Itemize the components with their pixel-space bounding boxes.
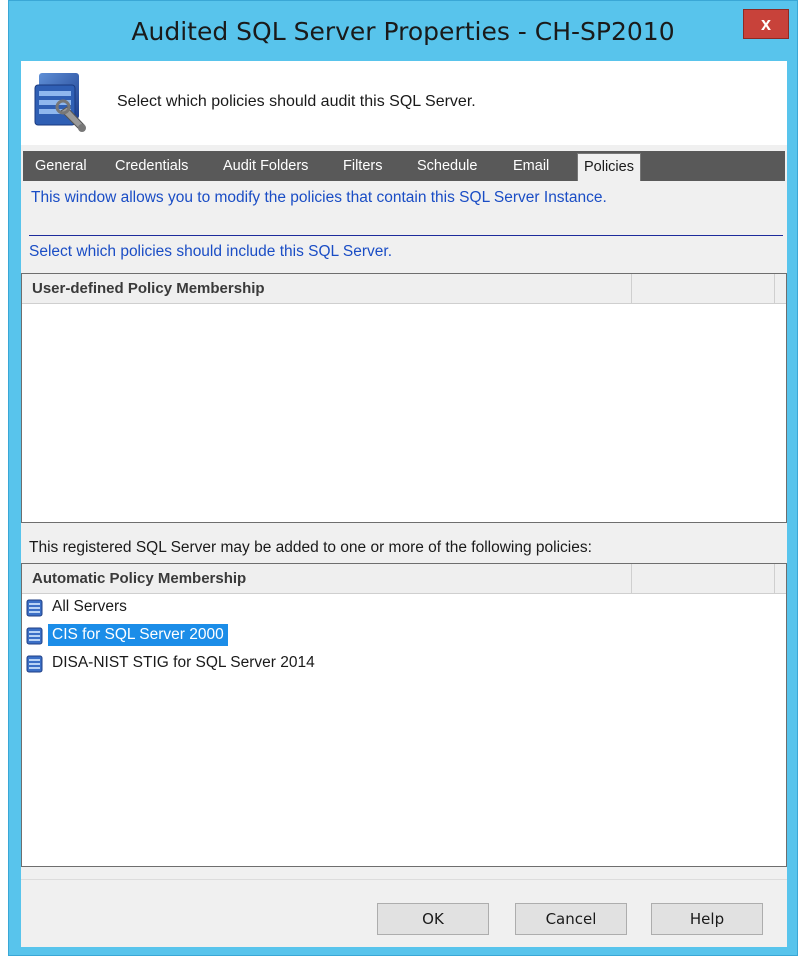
column-header-blank[interactable] — [632, 274, 775, 304]
tab-filters[interactable]: Filters — [343, 151, 382, 181]
policy-database-icon — [26, 627, 43, 645]
help-button[interactable]: Help — [651, 903, 763, 935]
ok-button[interactable]: OK — [377, 903, 489, 935]
user-defined-policy-list[interactable]: User-defined Policy Membership — [21, 273, 787, 523]
dialog-window: Audited SQL Server Properties - CH-SP201… — [8, 0, 798, 956]
header-band: Select which policies should audit this … — [21, 61, 787, 145]
column-header-blank[interactable] — [632, 564, 775, 594]
list-item-label: CIS for SQL Server 2000 — [47, 623, 229, 647]
column-header-user-defined[interactable]: User-defined Policy Membership — [22, 274, 632, 304]
panel-description: This window allows you to modify the pol… — [31, 189, 607, 206]
close-icon: x — [760, 13, 771, 34]
dialog-client-area: Select which policies should audit this … — [21, 61, 787, 947]
window-title: Audited SQL Server Properties - CH-SP201… — [131, 17, 675, 46]
tab-general[interactable]: General — [35, 151, 87, 181]
policy-database-icon — [26, 655, 43, 673]
cancel-button[interactable]: Cancel — [515, 903, 627, 935]
tab-audit-folders[interactable]: Audit Folders — [223, 151, 308, 181]
footer-divider — [21, 879, 787, 880]
list-item-label: All Servers — [52, 598, 127, 615]
sql-server-wrench-icon — [34, 73, 86, 132]
automatic-policy-list[interactable]: Automatic Policy Membership All Servers — [21, 563, 787, 867]
header-instruction: Select which policies should audit this … — [117, 93, 476, 110]
select-instruction: Select which policies should include thi… — [29, 243, 393, 260]
title-bar[interactable]: Audited SQL Server Properties - CH-SP201… — [9, 1, 797, 65]
close-button[interactable]: x — [743, 9, 789, 39]
tab-schedule[interactable]: Schedule — [417, 151, 477, 181]
list-item-label: DISA-NIST STIG for SQL Server 2014 — [52, 654, 315, 671]
list-header: User-defined Policy Membership — [22, 274, 786, 304]
policy-database-icon — [26, 599, 43, 617]
list-header: Automatic Policy Membership — [22, 564, 786, 594]
tab-policies[interactable]: Policies — [577, 153, 641, 181]
tab-email[interactable]: Email — [513, 151, 549, 181]
column-header-automatic[interactable]: Automatic Policy Membership — [22, 564, 632, 594]
tab-strip: General Credentials Audit Folders Filter… — [23, 151, 785, 181]
section-divider — [29, 235, 783, 236]
tab-credentials[interactable]: Credentials — [115, 151, 188, 181]
automatic-instruction: This registered SQL Server may be added … — [29, 539, 592, 556]
